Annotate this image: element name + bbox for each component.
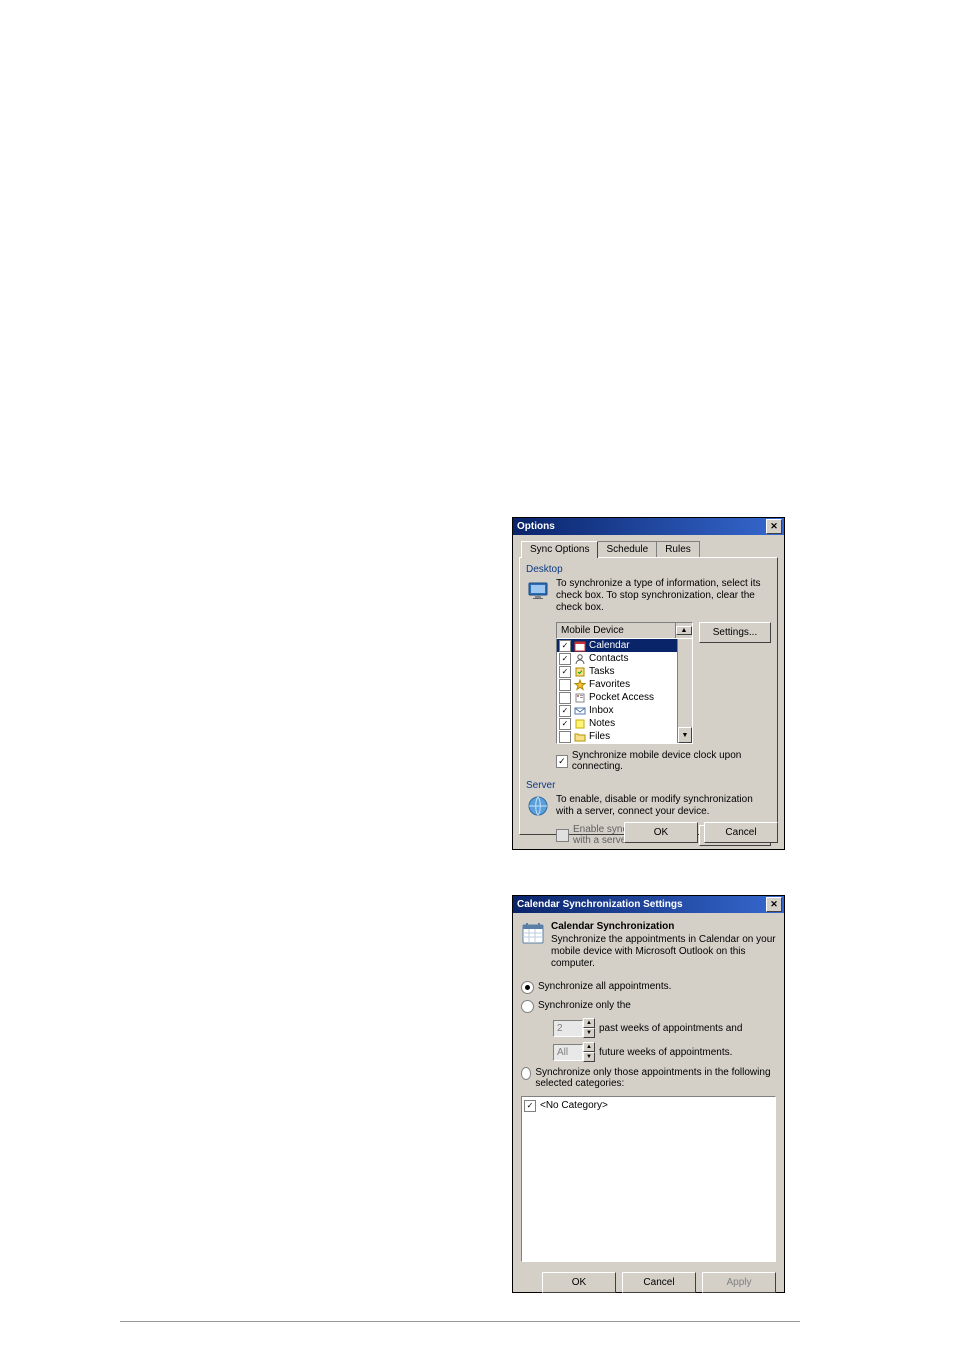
tabstrip: Sync Options Schedule Rules (521, 541, 784, 557)
radio-all-appointments[interactable]: Synchronize all appointments. (513, 978, 784, 997)
list-item-tasks[interactable]: ✓ Tasks (557, 665, 692, 678)
list-item-inbox[interactable]: ✓ Inbox (557, 704, 692, 717)
calendar-header-title: Calendar Synchronization (551, 921, 776, 932)
calendar-dialog-title: Calendar Synchronization Settings (517, 899, 766, 910)
footer-rule (120, 1321, 800, 1322)
label-inbox: Inbox (589, 705, 613, 716)
label-tasks: Tasks (589, 666, 615, 677)
options-title: Options (517, 521, 766, 532)
checkbox-files[interactable] (559, 731, 571, 743)
calendar-icon (574, 640, 586, 652)
past-weeks-value: 2 (553, 1020, 583, 1037)
server-info-text: To enable, disable or modify synchroniza… (556, 794, 771, 818)
future-weeks-value: All (553, 1044, 583, 1061)
radio-only-label: Synchronize only the (538, 1000, 631, 1011)
radio-all-label: Synchronize all appointments. (538, 981, 671, 992)
cancel-button[interactable]: Cancel (622, 1272, 696, 1293)
past-weeks-label: past weeks of appointments and (599, 1023, 742, 1034)
radio-all[interactable] (521, 981, 534, 994)
radio-cat-label: Synchronize only those appointments in t… (535, 1067, 784, 1089)
scroll-down-icon[interactable]: ▼ (678, 727, 692, 743)
files-icon (574, 731, 586, 743)
scroll-up-icon[interactable]: ▲ (676, 626, 692, 635)
checkbox-tasks[interactable]: ✓ (559, 666, 571, 678)
checkbox-notes[interactable]: ✓ (559, 718, 571, 730)
chevron-up-icon: ▲ (583, 1018, 595, 1028)
tab-page: Desktop To synchronize a type of informa… (519, 557, 778, 835)
calendar-titlebar[interactable]: Calendar Synchronization Settings ✕ (513, 896, 784, 913)
categories-list[interactable]: ✓ <No Category> (521, 1096, 776, 1262)
checkbox-no-category[interactable]: ✓ (524, 1100, 536, 1112)
calendar-header-desc: Synchronize the appointments in Calendar… (551, 934, 776, 970)
tasks-icon (574, 666, 586, 678)
checkbox-sync-clock[interactable]: ✓ (556, 755, 568, 768)
cancel-button[interactable]: Cancel (704, 822, 778, 843)
future-weeks-label: future weeks of appointments. (599, 1047, 732, 1058)
tab-sync-options[interactable]: Sync Options (521, 541, 598, 558)
ok-button[interactable]: OK (542, 1272, 616, 1293)
chevron-up-icon: ▲ (583, 1042, 595, 1052)
radio-only[interactable] (521, 1000, 534, 1013)
desktop-section-label: Desktop (526, 564, 771, 575)
calendar-large-icon (521, 921, 545, 945)
list-item-pocket-access[interactable]: Pocket Access (557, 691, 692, 704)
pocket-access-icon (574, 692, 586, 704)
list-item-contacts[interactable]: ✓ Contacts (557, 652, 692, 665)
close-icon[interactable]: ✕ (766, 519, 782, 534)
checkbox-favorites[interactable] (559, 679, 571, 691)
contacts-icon (574, 653, 586, 665)
tab-rules[interactable]: Rules (656, 541, 700, 557)
radio-only-the[interactable]: Synchronize only the (513, 997, 784, 1016)
close-icon[interactable]: ✕ (766, 897, 782, 912)
sync-clock-label: Synchronize mobile device clock upon con… (572, 750, 771, 772)
checkbox-pocket[interactable] (559, 692, 571, 704)
server-section-label: Server (526, 780, 771, 791)
label-files: Files (589, 731, 610, 742)
past-weeks-spinner: 2 ▲▼ (553, 1018, 595, 1038)
list-scrollbar[interactable]: ▼ (677, 639, 692, 743)
list-item-favorites[interactable]: Favorites (557, 678, 692, 691)
radio-cat[interactable] (521, 1067, 531, 1080)
apply-button: Apply (702, 1272, 776, 1293)
label-contacts: Contacts (589, 653, 628, 664)
mobile-device-list: Mobile Device ▲ ✓ Calendar ✓ Contacts (556, 622, 693, 744)
options-titlebar[interactable]: Options ✕ (513, 518, 784, 535)
checkbox-calendar[interactable]: ✓ (559, 640, 571, 652)
label-favorites: Favorites (589, 679, 630, 690)
ok-button[interactable]: OK (624, 822, 698, 843)
list-body: ✓ Calendar ✓ Contacts ✓ Tasks (556, 639, 693, 744)
notes-icon (574, 718, 586, 730)
list-item-calendar[interactable]: ✓ Calendar (557, 639, 692, 652)
server-icon (526, 794, 550, 818)
settings-button[interactable]: Settings... (699, 622, 771, 643)
chevron-down-icon: ▼ (583, 1028, 595, 1038)
label-notes: Notes (589, 718, 615, 729)
category-label: <No Category> (540, 1100, 608, 1111)
calendar-sync-dialog: Calendar Synchronization Settings ✕ Cale… (512, 895, 785, 1293)
col-mobile-device[interactable]: Mobile Device (557, 623, 676, 638)
checkbox-inbox[interactable]: ✓ (559, 705, 571, 717)
inbox-icon (574, 705, 586, 717)
label-calendar: Calendar (589, 640, 630, 651)
label-pocket-access: Pocket Access (589, 692, 654, 703)
desktop-info-text: To synchronize a type of information, se… (556, 578, 771, 614)
favorites-icon (574, 679, 586, 691)
options-dialog: Options ✕ Sync Options Schedule Rules De… (512, 517, 785, 850)
list-header: Mobile Device ▲ (556, 622, 693, 639)
tab-schedule[interactable]: Schedule (597, 541, 657, 557)
chevron-down-icon: ▼ (583, 1052, 595, 1062)
checkbox-enable-server (556, 829, 569, 842)
desktop-icon (526, 578, 550, 602)
future-weeks-spinner: All ▲▼ (553, 1042, 595, 1062)
category-item-no-category[interactable]: ✓ <No Category> (524, 1099, 773, 1112)
checkbox-contacts[interactable]: ✓ (559, 653, 571, 665)
radio-categories[interactable]: Synchronize only those appointments in t… (513, 1064, 784, 1092)
list-item-notes[interactable]: ✓ Notes (557, 717, 692, 730)
list-item-files[interactable]: Files (557, 730, 692, 743)
